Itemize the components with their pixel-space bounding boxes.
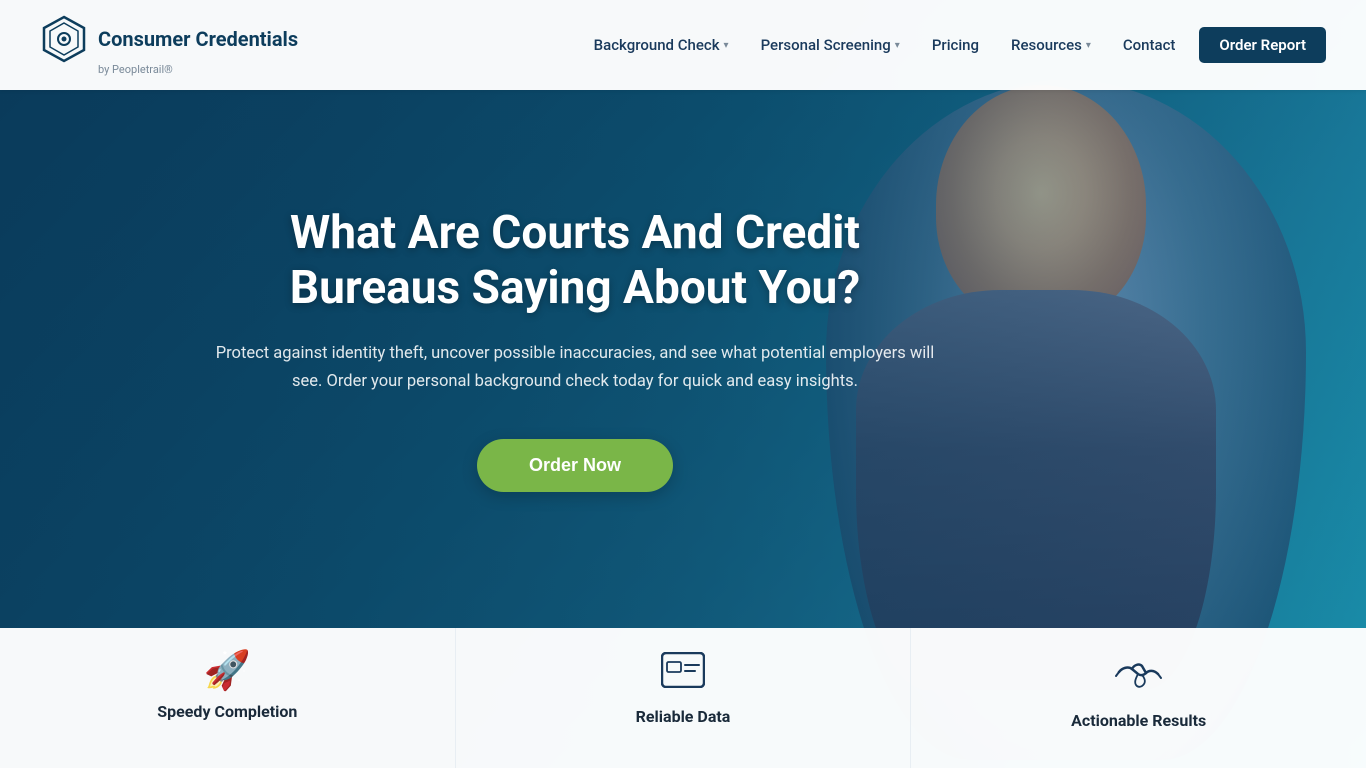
feature-card-actionable: Actionable Results <box>911 628 1366 768</box>
chevron-down-icon: ▾ <box>1086 40 1091 51</box>
rocket-icon: 🚀 <box>204 652 251 690</box>
hero-title: What Are Courts And Credit Bureaus Sayin… <box>215 206 935 316</box>
feature-cards: 🚀 Speedy Completion Reliable Data Action… <box>0 628 1366 768</box>
nav-contact[interactable]: Contact <box>1109 28 1190 62</box>
logo-wrapper: Consumer Credentials <box>40 15 298 63</box>
order-report-button[interactable]: Order Report <box>1199 27 1326 63</box>
nav-resources[interactable]: Resources ▾ <box>997 28 1105 62</box>
logo-text: Consumer Credentials <box>98 28 298 50</box>
chevron-down-icon: ▾ <box>895 40 900 51</box>
order-now-button[interactable]: Order Now <box>477 439 673 492</box>
hero-subtitle: Protect against identity theft, uncover … <box>205 340 945 394</box>
logo-sub: by Peopletrail® <box>98 63 173 76</box>
handshake-icon <box>1114 652 1164 699</box>
feature-label-speedy: Speedy Completion <box>157 702 297 721</box>
site-header: Consumer Credentials by Peopletrail® Bac… <box>0 0 1366 90</box>
feature-card-reliable: Reliable Data <box>456 628 912 768</box>
feature-label-actionable: Actionable Results <box>1071 711 1206 730</box>
main-nav: Background Check ▾ Personal Screening ▾ … <box>580 27 1326 63</box>
feature-card-speedy: 🚀 Speedy Completion <box>0 628 456 768</box>
nav-pricing[interactable]: Pricing <box>918 28 993 62</box>
chevron-down-icon: ▾ <box>724 40 729 51</box>
logo-area: Consumer Credentials by Peopletrail® <box>40 15 298 76</box>
logo-icon <box>40 15 88 63</box>
id-card-icon <box>661 652 705 695</box>
feature-label-reliable: Reliable Data <box>636 707 731 726</box>
nav-background-check[interactable]: Background Check ▾ <box>580 28 743 62</box>
nav-personal-screening[interactable]: Personal Screening ▾ <box>747 28 914 62</box>
